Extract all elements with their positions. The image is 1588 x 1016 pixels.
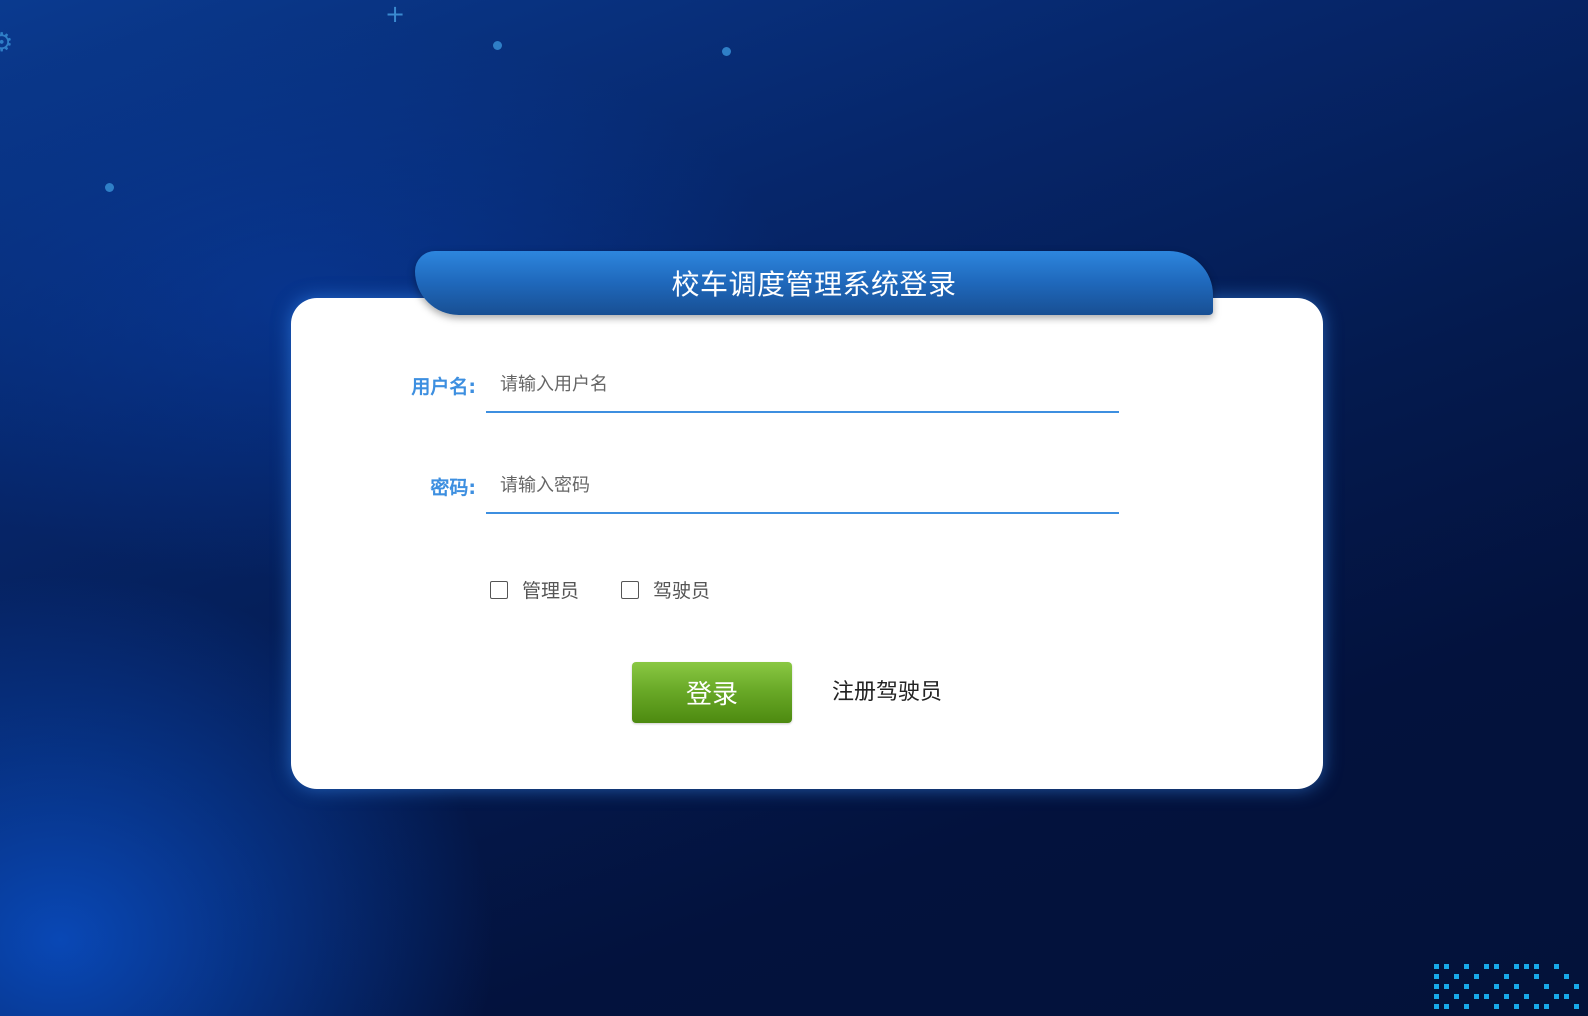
dot-icon (722, 47, 731, 56)
dot-icon (493, 41, 502, 50)
password-label: 密码: (430, 477, 476, 499)
dot-icon (105, 183, 114, 192)
page-title: 校车调度管理系统登录 (671, 268, 957, 301)
role-driver[interactable]: 驾驶员 (621, 576, 710, 603)
username-label: 用户名: (411, 376, 476, 398)
pixel-pattern (1430, 960, 1588, 1016)
admin-checkbox[interactable] (490, 580, 508, 599)
gear-icon: ⚙ (0, 28, 14, 58)
admin-label: 管理员 (522, 580, 580, 602)
register-driver-link[interactable]: 注册驾驶员 (832, 674, 942, 706)
password-input[interactable] (486, 458, 1119, 514)
driver-label: 驾驶员 (653, 580, 711, 602)
username-row: 用户名: (396, 357, 1119, 413)
login-header: 校车调度管理系统登录 (415, 251, 1213, 315)
driver-checkbox[interactable] (621, 580, 640, 599)
username-input[interactable] (486, 357, 1119, 413)
password-row: 密码: (396, 458, 1119, 514)
role-admin[interactable]: 管理员 (490, 576, 579, 603)
login-button[interactable]: 登录 (632, 662, 792, 723)
plus-icon: + (385, 0, 406, 28)
role-selector: 管理员 驾驶员 (490, 576, 752, 603)
